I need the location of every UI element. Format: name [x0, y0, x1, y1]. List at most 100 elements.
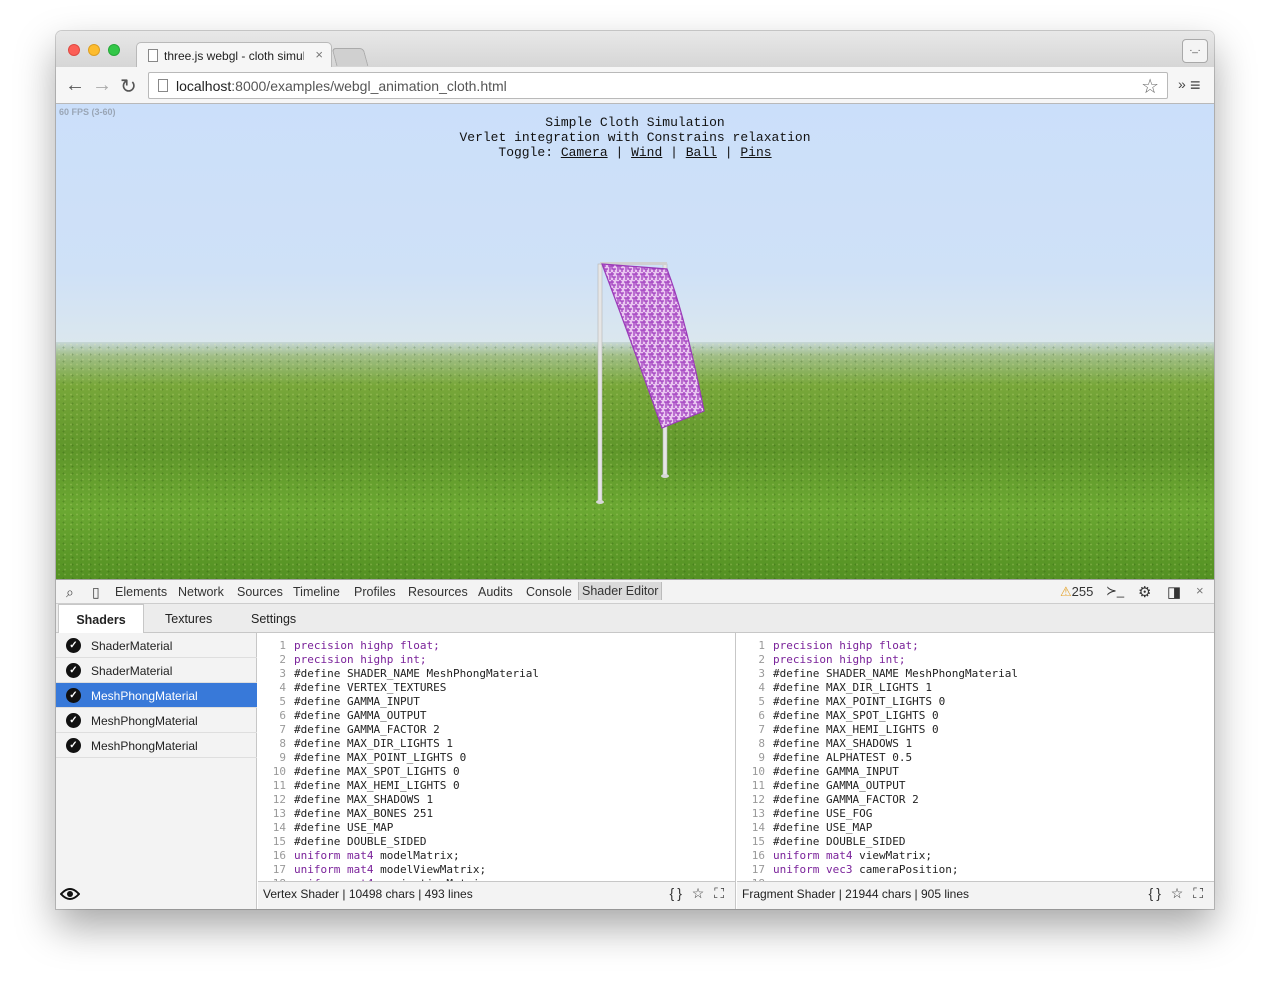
- code-text: precision highp int;: [773, 653, 906, 666]
- new-tab-button[interactable]: [331, 48, 369, 66]
- vertex-status-bar: Vertex Shader | 10498 chars | 493 lines …: [258, 881, 735, 909]
- line-number: 8: [279, 737, 286, 750]
- check-icon[interactable]: ✓: [66, 713, 81, 728]
- tab-textures[interactable]: Textures: [165, 612, 212, 626]
- code-text: #define GAMMA_FACTOR 2: [773, 793, 919, 806]
- menu-icon[interactable]: ≡: [1190, 75, 1201, 96]
- tab-bar: three.js webgl - cloth simul × ._.: [56, 31, 1214, 68]
- inspect-search-icon[interactable]: ⌕: [66, 584, 74, 601]
- fragment-status-bar: Fragment Shader | 21944 chars | 905 line…: [737, 881, 1214, 909]
- line-number: 4: [279, 681, 286, 694]
- tab-shaders[interactable]: Shaders: [58, 604, 144, 634]
- webgl-canvas[interactable]: 60 FPS (3-60) Simple Cloth Simulation Ve…: [56, 104, 1214, 579]
- devtools-tab-timeline[interactable]: Timeline: [293, 585, 340, 599]
- code-text: #define MAX_SHADOWS 1: [773, 737, 913, 750]
- devtools-tab-profiles[interactable]: Profiles: [354, 585, 396, 599]
- check-icon[interactable]: ✓: [66, 738, 81, 753]
- line-number: 5: [279, 695, 286, 708]
- cloth-scene: [596, 262, 705, 504]
- line-number: 15: [272, 835, 286, 848]
- toggle-camera-link[interactable]: Camera: [561, 145, 608, 160]
- vertex-status-text: Vertex Shader | 10498 chars | 493 lines: [263, 887, 473, 901]
- tab-settings[interactable]: Settings: [251, 612, 296, 626]
- line-number: 6: [279, 709, 286, 722]
- profile-button[interactable]: ._.: [1182, 39, 1208, 63]
- browser-toolbar: ← → ↻ localhost:8000/examples/webgl_anim…: [56, 67, 1214, 104]
- eye-icon[interactable]: [60, 887, 80, 901]
- bookmark-star-icon[interactable]: ☆: [1141, 74, 1159, 99]
- dock-side-icon[interactable]: ◨: [1167, 583, 1181, 601]
- warning-counter[interactable]: ⚠255: [1060, 584, 1093, 600]
- check-icon[interactable]: ✓: [66, 638, 81, 653]
- toggle-line: Toggle: Camera | Wind | Ball | Pins: [498, 145, 772, 160]
- devtools-tab-shader-editor[interactable]: Shader Editor: [578, 582, 663, 600]
- line-number: 2: [279, 653, 286, 666]
- back-icon[interactable]: ←: [65, 74, 85, 97]
- info-overlay: Simple Cloth Simulation Verlet integrati…: [56, 115, 1214, 160]
- code-text: #define VERTEX_TEXTURES: [294, 681, 447, 694]
- program-item[interactable]: ✓ ShaderMaterial: [56, 633, 257, 658]
- code-text: precision highp int;: [294, 653, 427, 666]
- vertex-shader-editor[interactable]: 1 precision highp float; 2 precision highp …: [258, 633, 735, 881]
- fragment-pane-icons[interactable]: {} ☆ ⛶: [1149, 885, 1206, 902]
- code-text: #define SHADER_NAME MeshPhongMaterial: [773, 667, 1019, 680]
- line-number: 14: [272, 821, 286, 834]
- minimize-window-button[interactable]: [88, 44, 100, 56]
- cloth: [601, 263, 705, 429]
- toggle-wind-link[interactable]: Wind: [631, 145, 662, 160]
- info-subtitle: Verlet integration with Constrains relax…: [459, 130, 811, 145]
- reload-icon[interactable]: ↻: [120, 74, 137, 99]
- forward-icon[interactable]: →: [92, 74, 112, 97]
- line-number: 1: [758, 639, 765, 652]
- device-mode-icon[interactable]: ▯: [92, 584, 100, 601]
- program-item[interactable]: ✓ MeshPhongMaterial: [56, 733, 257, 758]
- check-icon[interactable]: ✓: [66, 688, 81, 703]
- zoom-window-button[interactable]: [108, 44, 120, 56]
- line-number: 17: [272, 863, 286, 876]
- line-number: 12: [751, 793, 765, 806]
- program-list: ✓ ShaderMaterial ✓ ShaderMaterial ✓ Mesh…: [56, 633, 257, 909]
- toggle-pins-link[interactable]: Pins: [740, 145, 771, 160]
- program-item-selected[interactable]: ✓ MeshPhongMaterial: [56, 683, 257, 708]
- browser-tab[interactable]: three.js webgl - cloth simul ×: [136, 42, 332, 68]
- warning-icon: ⚠: [1060, 584, 1072, 599]
- line-number: 8: [758, 737, 765, 750]
- line-number: 13: [272, 807, 286, 820]
- console-drawer-icon[interactable]: ≻_: [1106, 583, 1124, 599]
- devtools-tab-resources[interactable]: Resources: [408, 585, 468, 599]
- close-window-button[interactable]: [68, 44, 80, 56]
- code-text: #define MAX_HEMI_LIGHTS 0: [294, 779, 460, 792]
- code-text: uniform vec3 cameraPosition;: [773, 863, 959, 876]
- devtools-tab-sources[interactable]: Sources: [237, 585, 283, 599]
- devtools-tab-elements[interactable]: Elements: [115, 585, 167, 599]
- check-icon[interactable]: ✓: [66, 663, 81, 678]
- devtools-tab-network[interactable]: Network: [178, 585, 224, 599]
- code-text: #define MAX_SPOT_LIGHTS 0: [294, 765, 460, 778]
- page-icon: [158, 79, 168, 92]
- address-bar[interactable]: localhost:8000/examples/webgl_animation_…: [148, 72, 1168, 99]
- pole-left: [597, 263, 603, 503]
- line-number: 17: [751, 863, 765, 876]
- devtools-tab-audits[interactable]: Audits: [478, 585, 513, 599]
- code-text: #define GAMMA_OUTPUT: [294, 709, 427, 722]
- program-item[interactable]: ✓ ShaderMaterial: [56, 658, 257, 683]
- code-text: #define DOUBLE_SIDED: [773, 835, 906, 848]
- line-number: 9: [758, 751, 765, 764]
- code-text: #define USE_FOG: [773, 807, 873, 820]
- extensions-overflow-icon[interactable]: »: [1178, 76, 1186, 92]
- line-number: 4: [758, 681, 765, 694]
- line-number: 6: [758, 709, 765, 722]
- code-text: uniform mat4 viewMatrix;: [773, 849, 932, 862]
- devtools-tab-console[interactable]: Console: [526, 585, 572, 599]
- toggle-ball-link[interactable]: Ball: [686, 145, 717, 160]
- fragment-shader-editor[interactable]: 1 precision highp float; 2 precision highp …: [737, 633, 1214, 881]
- line-number: 14: [751, 821, 765, 834]
- devtools-close-icon[interactable]: ×: [1196, 583, 1204, 598]
- vertex-pane-icons[interactable]: {} ☆ ⛶: [670, 885, 727, 902]
- browser-window: three.js webgl - cloth simul × ._. ← → ↻…: [56, 31, 1214, 909]
- tab-close-icon[interactable]: ×: [315, 47, 323, 62]
- line-number: 15: [751, 835, 765, 848]
- settings-gear-icon[interactable]: ⚙: [1138, 583, 1151, 601]
- program-item[interactable]: ✓ MeshPhongMaterial: [56, 708, 257, 733]
- url-text: localhost:8000/examples/webgl_animation_…: [176, 78, 507, 94]
